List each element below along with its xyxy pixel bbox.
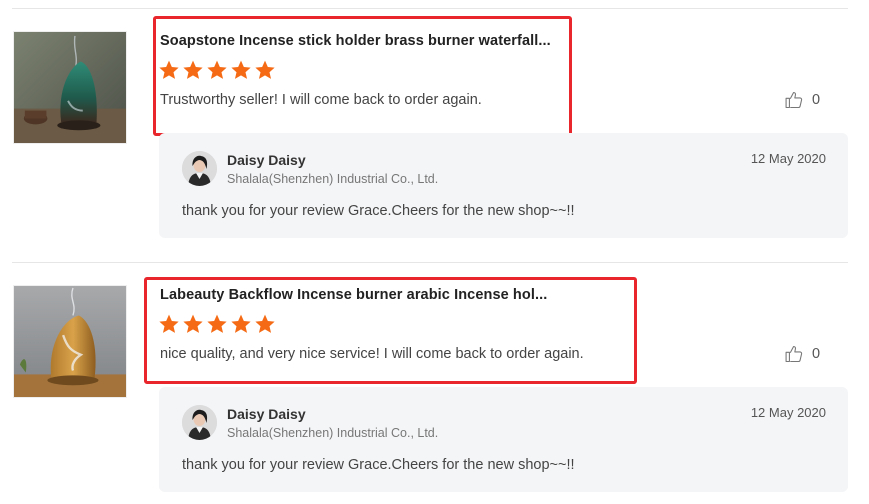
star-icon [207, 60, 227, 79]
star-icon [231, 60, 251, 79]
star-rating [158, 313, 276, 335]
seller-reply: Daisy Daisy Shalala(Shenzhen) Industrial… [159, 133, 848, 238]
reply-date: 12 May 2020 [750, 405, 826, 420]
product-title[interactable]: Labeauty Backflow Incense burner arabic … [160, 287, 547, 303]
review-item: Soapstone Incense stick holder brass bur… [0, 0, 869, 250]
replier-name: Daisy Daisy [227, 152, 306, 168]
replier-company: Shalala(Shenzhen) Industrial Co., Ltd. [227, 172, 439, 186]
star-icon [159, 314, 179, 333]
thumbs-up-icon [785, 345, 803, 363]
like-count: 0 [812, 92, 821, 108]
product-thumbnail[interactable] [13, 285, 127, 398]
replier-name: Daisy Daisy [227, 406, 306, 422]
star-icon [207, 314, 227, 333]
thumbs-up-icon [785, 91, 803, 109]
product-title[interactable]: Soapstone Incense stick holder brass bur… [160, 33, 551, 49]
avatar [182, 405, 217, 440]
reply-text: thank you for your review Grace.Cheers f… [182, 203, 575, 219]
star-icon [255, 60, 275, 79]
star-icon [231, 314, 251, 333]
incense-burner-image [14, 286, 126, 397]
star-icon [183, 314, 203, 333]
star-icon [183, 60, 203, 79]
star-icon [159, 60, 179, 79]
like-button[interactable]: 0 [784, 90, 820, 110]
incense-burner-image [14, 32, 126, 143]
like-count: 0 [812, 346, 821, 362]
replier-company: Shalala(Shenzhen) Industrial Co., Ltd. [227, 426, 439, 440]
like-button[interactable]: 0 [784, 344, 820, 364]
seller-reply: Daisy Daisy Shalala(Shenzhen) Industrial… [159, 387, 848, 492]
star-rating [158, 59, 276, 81]
reply-text: thank you for your review Grace.Cheers f… [182, 457, 575, 473]
product-thumbnail[interactable] [13, 31, 127, 144]
avatar [182, 151, 217, 186]
review-comment: nice quality, and very nice service! I w… [160, 346, 584, 362]
reply-date: 12 May 2020 [750, 151, 826, 166]
star-icon [255, 314, 275, 333]
review-item: Labeauty Backflow Incense burner arabic … [0, 254, 869, 504]
review-comment: Trustworthy seller! I will come back to … [160, 92, 482, 108]
